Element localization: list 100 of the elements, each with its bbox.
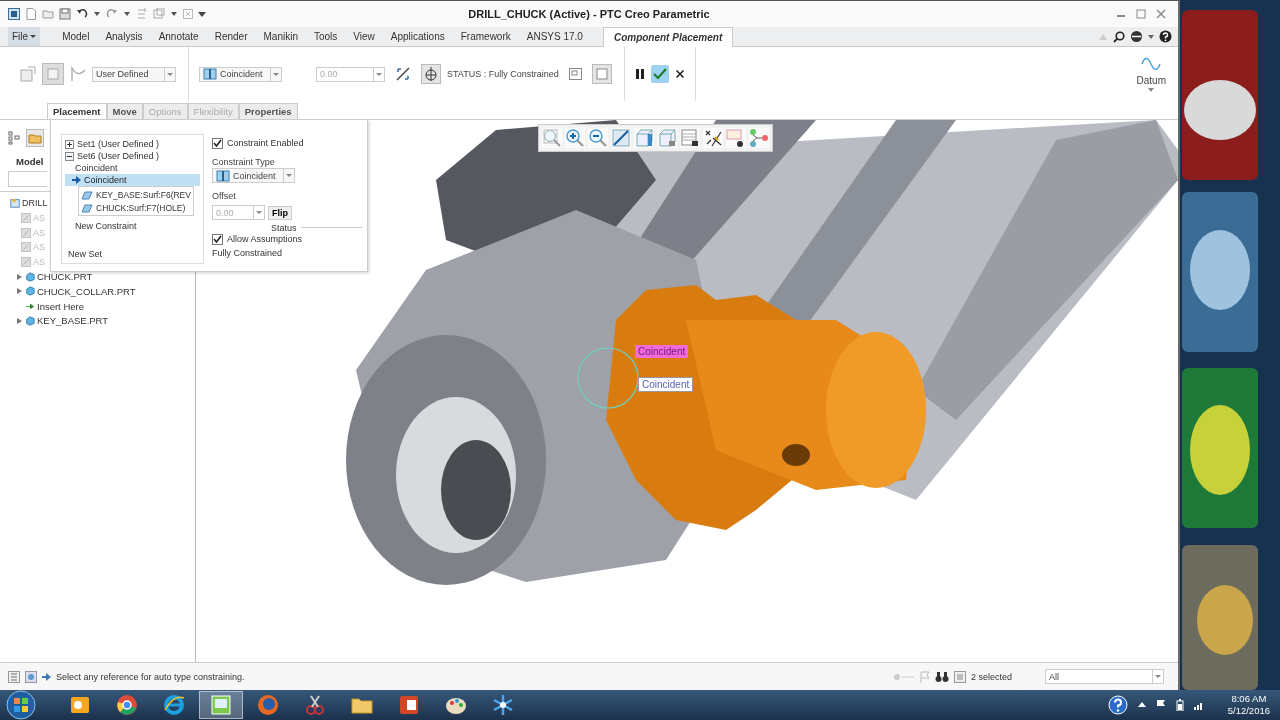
window-toggle-icon[interactable]: [591, 64, 612, 84]
reference-item[interactable]: CHUCK:Surf:F7(HOLE): [79, 201, 193, 214]
part-icon: [25, 286, 35, 297]
panel-tab[interactable]: Properties: [238, 103, 298, 119]
tree-item[interactable]: DRILL: [22, 198, 48, 209]
coincident-icon: [216, 169, 230, 182]
window-icon[interactable]: [210, 694, 232, 716]
tree-header: Model: [16, 156, 44, 167]
filter-dropdown[interactable]: All: [1045, 669, 1164, 684]
caret-icon[interactable]: [170, 10, 178, 18]
save-icon[interactable]: [59, 8, 71, 20]
document-icon[interactable]: [25, 8, 37, 20]
zoom-in-icon[interactable]: [565, 128, 585, 148]
help-icon[interactable]: [1107, 695, 1128, 715]
status-text: Fully Constrained: [212, 248, 284, 258]
ribbon-tab[interactable]: ANSYS 17.0: [518, 27, 591, 46]
panel-tab[interactable]: Placement: [47, 103, 107, 119]
move-icon[interactable]: [421, 64, 441, 84]
datum-display-icon[interactable]: [703, 128, 723, 148]
ribbon-tab[interactable]: Annotate: [150, 27, 207, 46]
tree-view-icon[interactable]: [8, 131, 20, 145]
panel-toggle-icon[interactable]: [8, 670, 20, 683]
constraint-type-dropdown[interactable]: Coincident: [212, 168, 295, 183]
panel-tab[interactable]: Move: [106, 103, 143, 119]
set-type-dropdown[interactable]: User Defined: [92, 66, 176, 82]
surface-icon: [81, 202, 93, 213]
tree-item[interactable]: CHUCK_COLLAR.PRT: [37, 285, 136, 297]
app-icon: [8, 8, 20, 20]
zoom-out-icon[interactable]: [588, 128, 608, 148]
constraint-callout[interactable]: Coincident: [638, 377, 694, 392]
browser-toggle-icon[interactable]: [25, 670, 37, 683]
confirm-icon[interactable]: [650, 65, 669, 83]
browser-icon[interactable]: [116, 694, 138, 716]
ribbon-tab[interactable]: Framework: [452, 27, 519, 46]
constraint-item[interactable]: Coincident: [65, 174, 200, 186]
slider-icon[interactable]: [892, 672, 915, 681]
ribbon-tab[interactable]: Tools: [305, 27, 346, 46]
part-icon: [25, 315, 35, 326]
mail-icon[interactable]: [69, 694, 91, 716]
selection-count: 2 selected: [970, 671, 1012, 682]
checkbox[interactable]: [212, 137, 223, 149]
ribbon-tab[interactable]: Model: [54, 27, 98, 46]
table-icon[interactable]: [680, 128, 700, 148]
ribbon-tab[interactable]: Render: [206, 27, 256, 46]
constraint-item[interactable]: Coincident: [65, 162, 200, 174]
tree-item[interactable]: CHUCK.PRT: [37, 271, 93, 283]
tree-item[interactable]: Insert Here: [37, 300, 84, 312]
datum-label: Datum: [1136, 75, 1166, 86]
presentation-icon[interactable]: [398, 694, 420, 716]
ribbon-tab[interactable]: Applications: [382, 27, 453, 46]
coincident-icon: [203, 68, 217, 80]
caret-icon[interactable]: [93, 10, 101, 18]
help-icon[interactable]: [1159, 30, 1172, 43]
close-icon[interactable]: [1156, 9, 1166, 19]
reference-item[interactable]: KEY_BASE:Surf:F6(REV: [79, 188, 193, 201]
annotation-display-icon[interactable]: [726, 128, 746, 148]
caret-icon[interactable]: [198, 10, 206, 18]
caret-icon[interactable]: [123, 10, 131, 18]
ribbon-tab[interactable]: View: [345, 27, 383, 46]
status-heading: Status: [271, 222, 297, 233]
scissors-icon[interactable]: [304, 694, 326, 716]
repaint-icon[interactable]: [611, 128, 631, 148]
new-set-item[interactable]: New Set: [65, 248, 200, 260]
new-constraint-item[interactable]: New Constraint: [65, 220, 200, 232]
binoculars-icon[interactable]: [934, 670, 949, 683]
feature-icon: [21, 242, 31, 253]
set-item[interactable]: Set6 (User Defined ): [77, 151, 160, 161]
wave-icon[interactable]: [1141, 55, 1162, 73]
up-arrow-icon[interactable]: [1137, 701, 1146, 709]
flip-button[interactable]: Flip: [268, 205, 292, 220]
status-message: Select any reference for auto type constraining.: [56, 671, 245, 682]
search-field[interactable]: [8, 171, 47, 187]
constraint-type-dropdown[interactable]: Coincident: [199, 66, 282, 82]
caret-icon[interactable]: [1148, 33, 1154, 40]
search-icon[interactable]: [1113, 30, 1125, 43]
cancel-icon[interactable]: [674, 69, 685, 79]
expand-icon[interactable]: [65, 139, 74, 149]
checkbox[interactable]: [212, 233, 223, 245]
battery-icon[interactable]: [1175, 699, 1184, 711]
flip-icon[interactable]: [395, 66, 411, 82]
cube-icon[interactable]: [634, 128, 654, 148]
tree-item[interactable]: KEY_BASE.PRT: [37, 315, 109, 327]
undo-icon[interactable]: [76, 8, 88, 20]
collapse-icon[interactable]: [65, 151, 74, 161]
start-icon[interactable]: [6, 690, 36, 720]
snowflake-icon[interactable]: [492, 694, 514, 716]
arrow-icon: [42, 672, 51, 681]
file-menu[interactable]: File: [8, 27, 41, 46]
signal-icon[interactable]: [1193, 700, 1204, 710]
set-item[interactable]: Set1 (User Defined ): [77, 139, 160, 149]
pause-icon[interactable]: [634, 68, 645, 80]
field-label: Offset: [212, 191, 237, 202]
ribbon-tab[interactable]: Analysis: [97, 27, 151, 46]
redo-icon[interactable]: [106, 8, 118, 20]
browser-icon[interactable]: [163, 694, 185, 716]
window-toggle-icon[interactable]: [568, 68, 582, 80]
ribbon-tab[interactable]: Component Placement: [602, 27, 734, 47]
checkbox-label: Constraint Enabled: [227, 138, 304, 148]
ribbon-tab[interactable]: Manikin: [255, 27, 306, 46]
selection-icon[interactable]: [953, 670, 966, 683]
